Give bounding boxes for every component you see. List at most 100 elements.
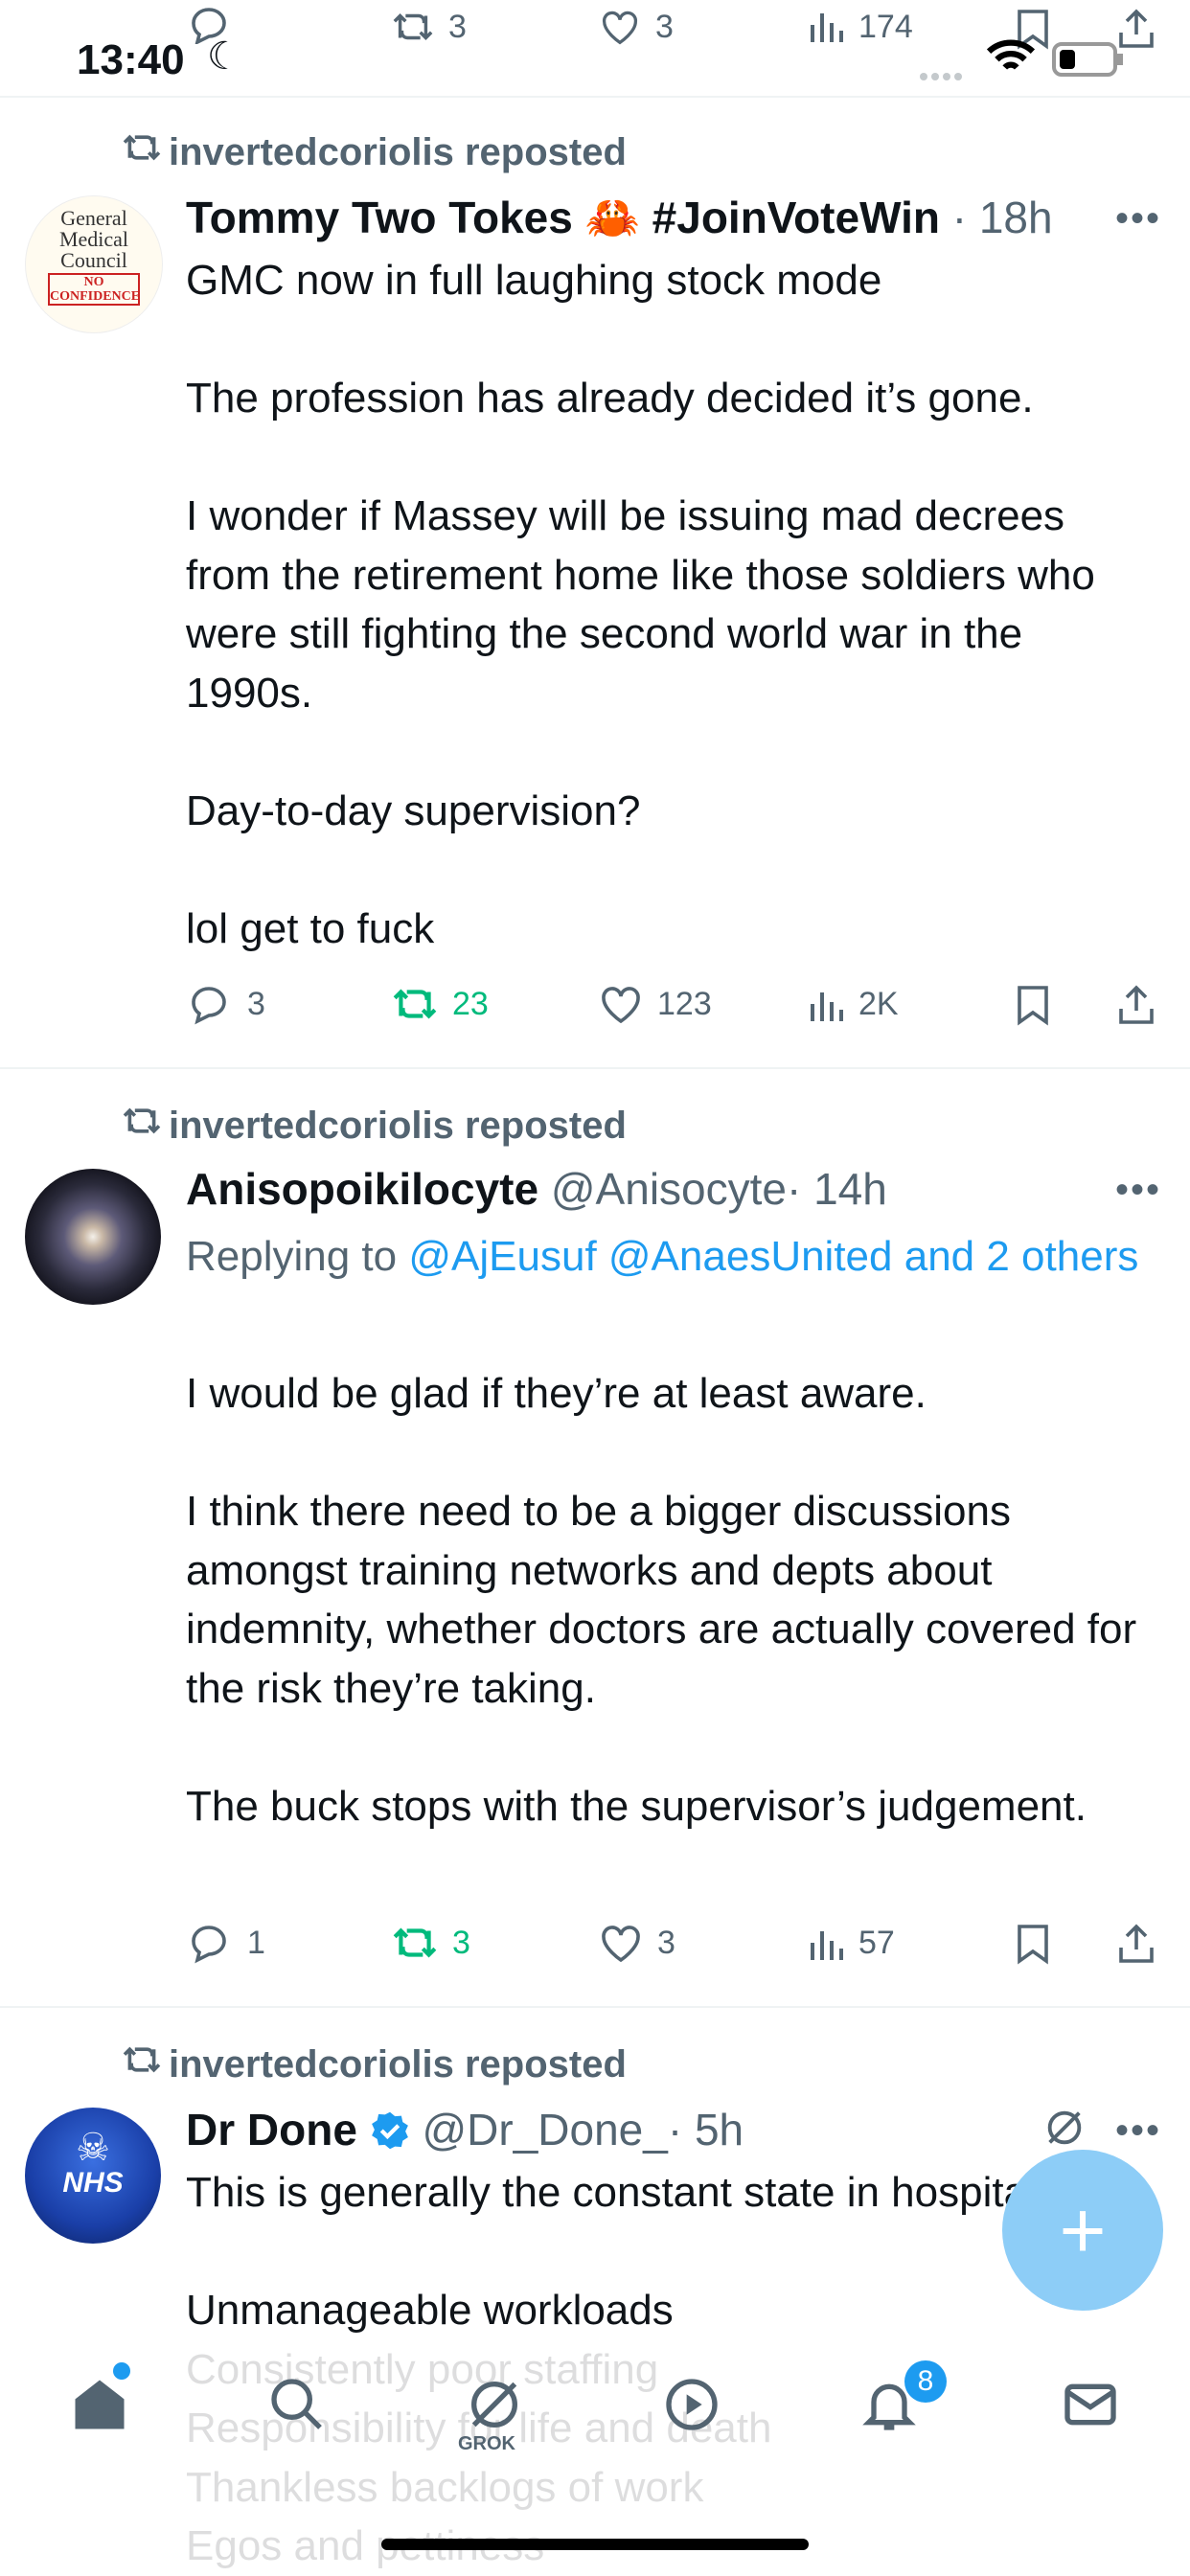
tab-messages[interactable] — [1052, 2366, 1129, 2443]
tweet-divider — [0, 2006, 1190, 2008]
prev-views-action[interactable]: 174 — [807, 8, 913, 46]
tweet-1-repost-action[interactable]: 23 — [391, 983, 489, 1025]
tweet-3-repost-context[interactable]: invertedcoriolis reposted — [121, 2042, 627, 2086]
more-options-icon[interactable]: ••• — [1115, 2109, 1161, 2153]
more-options-icon[interactable]: ••• — [1115, 197, 1161, 240]
tweet-2-handle[interactable]: @Anisocyte — [551, 1164, 787, 1214]
repost-icon — [393, 13, 433, 40]
avatar-nhs-text: NHS — [62, 2167, 124, 2199]
tweet-1-views-count: 2K — [858, 985, 899, 1022]
signal-icon — [918, 69, 972, 89]
tweet-2-display-name[interactable]: Anisopoikilocyte — [186, 1164, 538, 1214]
repost-icon — [393, 989, 437, 1019]
verified-badge-icon — [370, 2109, 410, 2161]
tweet-2-repost-count: 3 — [452, 1924, 470, 1961]
reply-icon — [192, 987, 226, 1025]
repost-icon — [121, 130, 169, 174]
tweet-1-repost-count: 23 — [452, 985, 489, 1022]
prev-repost-action[interactable]: 3 — [391, 8, 467, 46]
tweet-2-like-action[interactable]: 3 — [598, 1922, 675, 1964]
avatar-text-council: Council — [60, 248, 127, 272]
tweet-1-views-action[interactable]: 2K — [807, 983, 899, 1025]
status-divider — [0, 96, 1190, 98]
avatar-text-no: NO — [83, 275, 104, 289]
tweet-2-body[interactable]: I would be glad if they’re at least awar… — [186, 1364, 1154, 1835]
tweet-2-views-action[interactable]: 57 — [807, 1922, 895, 1964]
heart-icon — [602, 987, 640, 1024]
prev-views-count: 174 — [858, 8, 913, 45]
avatar-text-general: General — [60, 206, 127, 230]
tweet-3-avatar[interactable]: ☠ NHS — [25, 2108, 161, 2244]
tweet-1-display-name[interactable]: Tommy Two Tokes 🦀 #JoinVoteWin — [186, 193, 940, 242]
repost-icon — [121, 2042, 169, 2086]
replying-prefix: Replying to — [186, 1233, 409, 1280]
notifications-badge: 8 — [904, 2360, 947, 2403]
repost-icon — [393, 1927, 437, 1958]
tweet-2-header[interactable]: Anisopoikilocyte @Anisocyte· 14h — [186, 1163, 887, 1215]
grok-icon — [471, 2382, 517, 2428]
heart-icon — [602, 1926, 640, 1963]
avatar-text-confidence: CONFIDENCE — [50, 289, 141, 304]
more-options-icon[interactable]: ••• — [1115, 1169, 1161, 1212]
tweet-2-avatar-galaxy[interactable] — [25, 1169, 161, 1305]
tweet-divider — [0, 1067, 1190, 1069]
tweet-1-reply-action[interactable]: 3 — [188, 983, 265, 1025]
tweet-3-time[interactable]: · 5h — [668, 2105, 744, 2154]
play-icon — [666, 2379, 718, 2430]
tweet-2-time[interactable]: · 14h — [787, 1164, 887, 1214]
replying-to-links[interactable]: @AjEusuf @AnaesUnited and 2 others — [408, 1233, 1138, 1280]
tab-search[interactable] — [259, 2366, 335, 2443]
focus-moon-icon: ☾ — [207, 35, 241, 78]
tweet-1-repost-context[interactable]: invertedcoriolis reposted — [121, 130, 627, 174]
home-unread-dot — [113, 2362, 130, 2380]
tweet-2-reply-action[interactable]: 1 — [188, 1922, 265, 1964]
tweet-2-views-count: 57 — [858, 1924, 895, 1961]
tweet-3-header[interactable]: Dr Done @Dr_Done_· 5h — [186, 2104, 744, 2161]
bookmark-icon[interactable] — [1016, 983, 1050, 1032]
battery-icon — [1052, 40, 1125, 83]
skull-icon: ☠ — [76, 2127, 110, 2169]
tab-grok[interactable] — [456, 2366, 533, 2443]
grok-label: GROK — [458, 2433, 515, 2454]
tweet-2-replying-to: Replying to @AjEusuf @AnaesUnited and 2 … — [186, 1224, 1144, 1288]
tweet-2-reposted-by: invertedcoriolis reposted — [169, 1105, 627, 1147]
repost-icon — [121, 1104, 169, 1148]
share-icon[interactable] — [1115, 1922, 1157, 1971]
tweet-1-header[interactable]: Tommy Two Tokes 🦀 #JoinVoteWin · 18h — [186, 192, 1053, 244]
tweet-2-repost-action[interactable]: 3 — [391, 1922, 470, 1964]
views-icon — [811, 1931, 843, 1960]
mail-icon — [1064, 2383, 1116, 2426]
home-icon — [75, 2380, 125, 2429]
share-icon[interactable] — [1115, 983, 1157, 1032]
tweet-3-reposted-by: invertedcoriolis reposted — [169, 2043, 627, 2086]
views-icon — [811, 13, 843, 42]
tweet-1-body[interactable]: GMC now in full laughing stock mode The … — [186, 251, 1154, 958]
grok-explain-icon[interactable] — [1042, 2106, 1087, 2154]
views-icon — [811, 992, 843, 1021]
prev-like-action[interactable]: 3 — [598, 8, 674, 46]
search-icon — [271, 2379, 322, 2429]
plus-icon: + — [1059, 2185, 1107, 2275]
tweet-3-display-name[interactable]: Dr Done — [186, 2105, 357, 2154]
tweet-2-repost-context[interactable]: invertedcoriolis reposted — [121, 1104, 627, 1148]
avatar-text-medical: Medical — [58, 227, 129, 251]
reply-icon — [192, 1926, 226, 1964]
bookmark-icon[interactable] — [1016, 1922, 1050, 1971]
tweet-2-like-count: 3 — [657, 1924, 675, 1961]
tweet-1-like-action[interactable]: 123 — [598, 983, 712, 1025]
tweet-1-like-count: 123 — [657, 985, 712, 1022]
tweet-1-avatar[interactable]: General Medical Council NO CONFIDENCE — [25, 195, 163, 333]
heart-icon — [602, 11, 638, 45]
home-indicator — [381, 2539, 809, 2550]
wifi-icon — [986, 38, 1036, 81]
tweet-1-reposted-by: invertedcoriolis reposted — [169, 131, 627, 173]
prev-repost-count: 3 — [448, 8, 467, 45]
tweet-1-time[interactable]: · 18h — [952, 193, 1053, 242]
tweet-1-reply-count: 3 — [247, 985, 265, 1022]
tweet-2-reply-count: 1 — [247, 1924, 265, 1961]
status-time: 13:40 — [77, 36, 185, 83]
compose-button[interactable]: + — [1002, 2150, 1163, 2311]
prev-like-count: 3 — [655, 8, 674, 45]
tweet-3-handle[interactable]: @Dr_Done_ — [422, 2105, 667, 2154]
tab-video[interactable] — [653, 2366, 730, 2443]
